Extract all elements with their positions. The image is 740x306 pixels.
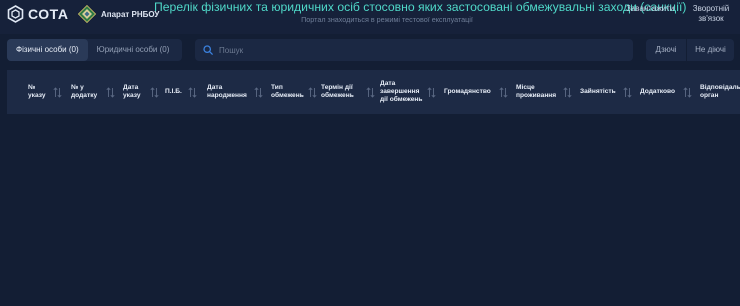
search-input[interactable] xyxy=(217,44,621,56)
status-filter: Дзючі Не діючі xyxy=(646,39,734,61)
page-subtitle: Портал знаходиться в режимі тестової екс… xyxy=(301,15,473,24)
search-box[interactable] xyxy=(195,39,633,61)
sort-icon xyxy=(188,86,197,98)
status-valid-button[interactable]: Дзючі xyxy=(646,39,686,61)
tab-individuals[interactable]: Фізичні особи (0) xyxy=(7,39,88,61)
emblem-icon xyxy=(78,5,96,23)
column-header-decree-date[interactable]: Дата указу xyxy=(123,70,163,114)
sota-logo-icon xyxy=(7,5,24,23)
sort-icon xyxy=(623,86,632,98)
logo-text: СОТА xyxy=(28,6,69,22)
sort-icon xyxy=(366,86,375,98)
sort-icon xyxy=(254,86,263,98)
page-title: Перелік фізичних та юридичних осіб стосо… xyxy=(154,0,687,14)
sota-logo[interactable]: СОТА xyxy=(7,5,68,23)
sort-icon xyxy=(563,86,572,98)
column-header-additional[interactable]: Додатково xyxy=(640,70,698,114)
table-header: № указу № у додатку Дата указу П.І.Б. Да… xyxy=(7,70,740,114)
org-name: Апарат РНБОУ xyxy=(101,9,160,19)
column-header-restriction-end-date[interactable]: Дата завершення дії обмежень xyxy=(380,70,442,114)
feedback-link[interactable]: Зворотній зв'язок xyxy=(686,4,736,24)
column-header-full-name[interactable]: П.І.Б. xyxy=(165,70,201,114)
column-header-restriction-type[interactable]: Тип обмежень xyxy=(271,70,319,114)
tab-legal-entities[interactable]: Юридичні особи (0) xyxy=(88,39,179,61)
sort-icon xyxy=(106,86,115,98)
status-invalid-button[interactable]: Не діючі xyxy=(687,39,734,61)
entity-tabs: Фізичні особи (0) Юридичні особи (0) xyxy=(7,39,182,61)
column-header-residence[interactable]: Місце проживання xyxy=(516,70,578,114)
column-header-responsible-body[interactable]: Відповідальний орган xyxy=(700,70,740,114)
column-header-decree-number[interactable]: № указу xyxy=(28,70,66,114)
sort-icon xyxy=(150,86,159,98)
download-link[interactable]: Завантажити xyxy=(626,4,674,14)
sort-icon xyxy=(499,86,508,98)
sort-icon xyxy=(308,86,317,98)
column-header-occupation[interactable]: Зайнятість xyxy=(580,70,638,114)
sort-icon xyxy=(53,86,62,98)
column-header-citizenship[interactable]: Громадянство xyxy=(444,70,514,114)
top-header: СОТА Апарат РНБОУ Перелік фізичних та юр… xyxy=(0,0,740,34)
column-header-birth-date[interactable]: Дата народження xyxy=(207,70,265,114)
column-header-appendix-number[interactable]: № у додатку xyxy=(71,70,121,114)
column-header-restriction-term[interactable]: Термін дії обмежень xyxy=(321,70,377,114)
search-icon xyxy=(203,45,213,55)
sort-icon xyxy=(427,86,436,98)
org-block[interactable]: Апарат РНБОУ xyxy=(78,4,159,24)
sort-icon xyxy=(683,86,692,98)
